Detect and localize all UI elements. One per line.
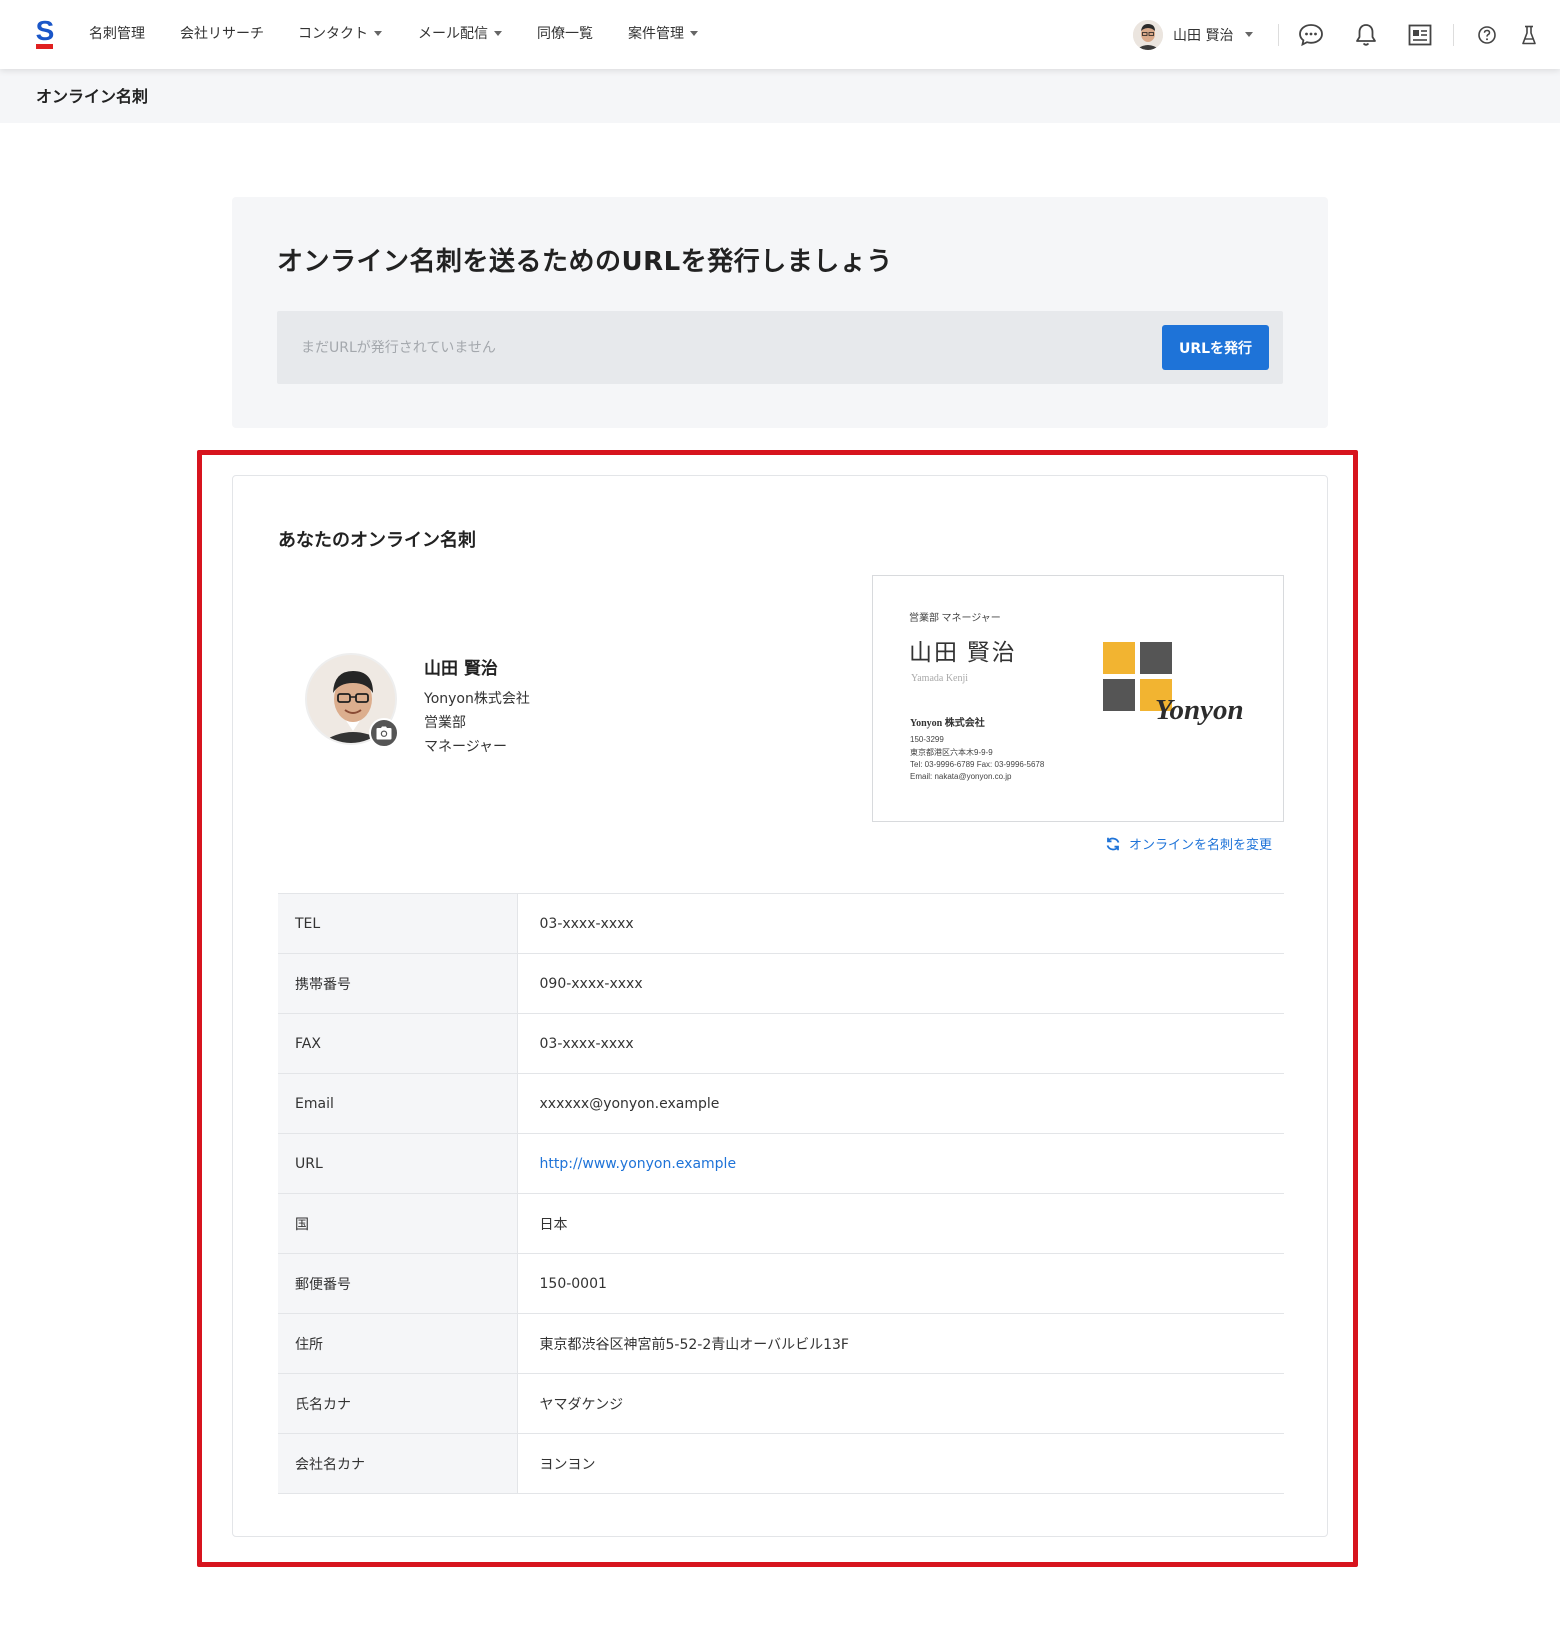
avatar [1133, 20, 1163, 50]
field-value: ヤマダケンジ [517, 1373, 1284, 1434]
field-value: 03-xxxx-xxxx [517, 893, 1284, 954]
website-link[interactable]: http://www.yonyon.example [517, 1133, 1284, 1194]
card-section-title: あなたのオンライン名刺 [278, 530, 476, 551]
app-logo[interactable]: S [34, 15, 56, 50]
url-issue-panel: オンライン名刺を送るためのURLを発行しましょう まだURLが発行されていません… [232, 197, 1328, 428]
field-label: 氏名カナ [278, 1373, 518, 1434]
issue-url-button[interactable]: URLを発行 [1162, 325, 1269, 370]
field-label: 住所 [278, 1313, 518, 1374]
nav-item-contact[interactable]: コンタクト [298, 22, 382, 46]
field-value: 日本 [517, 1193, 1284, 1254]
top-navigation: S 名刺管理 会社リサーチ コンタクト メール配信 同僚一覧 案件管理 山田 賢… [0, 0, 1560, 69]
page-header: オンライン名刺 [0, 69, 1560, 123]
bizcard-name: 山田 賢治 [909, 640, 1017, 665]
profile-position: マネージャー [424, 739, 508, 755]
chevron-down-icon [494, 30, 502, 36]
bizcard-zip: 150-3299 [910, 735, 944, 744]
card-list-icon[interactable] [1405, 20, 1435, 50]
field-label: 会社名カナ [278, 1433, 518, 1494]
profile-name: 山田 賢治 [424, 659, 498, 679]
field-label: FAX [278, 1013, 518, 1074]
table-row: 会社名カナ ヨンヨン [278, 1433, 1284, 1494]
bizcard-romaji: Yamada Kenji [911, 673, 969, 684]
url-placeholder: まだURLが発行されていません [301, 340, 496, 356]
bizcard-address: 東京都港区六本木9-9-9 [910, 748, 993, 757]
table-row: URL http://www.yonyon.example [278, 1133, 1284, 1194]
table-row: FAX 03-xxxx-xxxx [278, 1013, 1284, 1074]
nav-divider [1278, 24, 1279, 46]
field-value: xxxxxx@yonyon.example [517, 1073, 1284, 1134]
table-row: 住所 東京都渋谷区神宮前5-52-2青山オーバルビル13F [278, 1313, 1284, 1374]
logo-underline [36, 44, 53, 49]
page-title: オンライン名刺 [36, 87, 149, 106]
field-value: 東京都渋谷区神宮前5-52-2青山オーバルビル13F [517, 1313, 1284, 1374]
company-logo: Yonyon [1103, 642, 1263, 732]
field-label: 携帯番号 [278, 953, 518, 1014]
field-label: Email [278, 1073, 518, 1134]
nav-item-mail-delivery[interactable]: メール配信 [418, 22, 502, 46]
bizcard-role: 営業部 マネージャー [909, 613, 1001, 624]
url-display-field: まだURLが発行されていません URLを発行 [277, 311, 1283, 384]
bizcard-brand: Yonyon [1155, 694, 1244, 726]
chevron-down-icon [690, 30, 698, 36]
help-icon[interactable] [1472, 20, 1502, 50]
change-card-link[interactable]: オンラインを名刺を変更 [1105, 834, 1272, 853]
user-menu[interactable]: 山田 賢治 [1133, 18, 1254, 52]
table-row: Email xxxxxx@yonyon.example [278, 1073, 1284, 1134]
chat-icon[interactable] [1296, 20, 1326, 50]
field-label: URL [278, 1133, 518, 1194]
nav-item-deal-management[interactable]: 案件管理 [628, 22, 698, 46]
field-label: TEL [278, 893, 518, 954]
table-row: 郵便番号 150-0001 [278, 1253, 1284, 1314]
online-card-panel: あなたのオンライン名刺 山田 賢治 Yonyon株式会社 営業部 マネージャー … [232, 475, 1328, 1537]
field-value: ヨンヨン [517, 1433, 1284, 1494]
table-row: TEL 03-xxxx-xxxx [278, 893, 1284, 954]
table-row: 国 日本 [278, 1193, 1284, 1254]
nav-divider [1453, 24, 1454, 46]
table-row: 携帯番号 090-xxxx-xxxx [278, 953, 1284, 1014]
table-row: 氏名カナ ヤマダケンジ [278, 1373, 1284, 1434]
profile-department: 営業部 [424, 715, 466, 731]
bizcard-email: Email: nakata@yonyon.co.jp [910, 772, 1012, 781]
chevron-down-icon [374, 30, 382, 36]
field-label: 国 [278, 1193, 518, 1254]
camera-icon[interactable] [369, 718, 399, 748]
field-label: 郵便番号 [278, 1253, 518, 1314]
user-name: 山田 賢治 [1173, 28, 1234, 44]
refresh-icon [1106, 837, 1120, 850]
field-value: 150-0001 [517, 1253, 1284, 1314]
url-panel-heading: オンライン名刺を送るためのURLを発行しましょう [277, 247, 893, 277]
flask-icon[interactable] [1514, 20, 1544, 50]
bizcard-company: Yonyon 株式会社 [910, 718, 985, 729]
nav-item-company-research[interactable]: 会社リサーチ [180, 22, 264, 46]
nav-item-card-management[interactable]: 名刺管理 [89, 22, 145, 46]
profile-company: Yonyon株式会社 [424, 691, 530, 707]
change-card-link-label: オンラインを名刺を変更 [1129, 838, 1273, 853]
field-value: 090-xxxx-xxxx [517, 953, 1284, 1014]
field-value: 03-xxxx-xxxx [517, 1013, 1284, 1074]
nav-item-colleagues[interactable]: 同僚一覧 [537, 22, 593, 46]
logo-mark: S [35, 15, 55, 46]
chevron-down-icon [1245, 31, 1254, 37]
contact-info-table: TEL 03-xxxx-xxxx 携帯番号 090-xxxx-xxxx FAX … [278, 893, 1284, 1494]
bizcard-tel-fax: Tel: 03-9996-6789 Fax: 03-9996-5678 [910, 760, 1045, 769]
bell-icon[interactable] [1351, 20, 1381, 50]
business-card-preview: 営業部 マネージャー 山田 賢治 Yamada Kenji Yonyon 株式会… [872, 575, 1284, 822]
